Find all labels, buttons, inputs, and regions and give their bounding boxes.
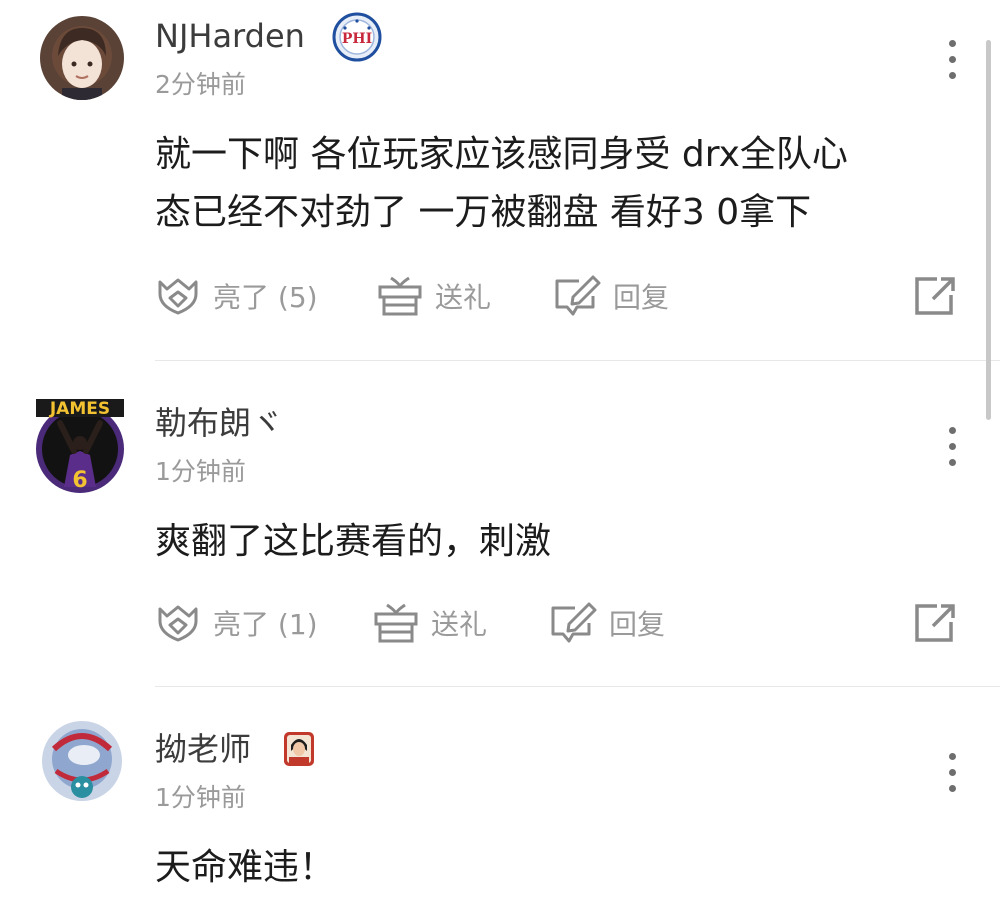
gift-button[interactable]: 送礼 bbox=[373, 599, 487, 647]
reply-button[interactable]: 回复 bbox=[549, 599, 665, 647]
svg-text:6: 6 bbox=[72, 468, 87, 493]
action-bar: 亮了 (5) 送礼 回复 bbox=[155, 272, 960, 320]
gift-button[interactable]: 送礼 bbox=[377, 272, 491, 320]
username[interactable]: NJHarden bbox=[155, 16, 305, 56]
like-label: 亮了 (5) bbox=[213, 281, 318, 314]
more-options-icon[interactable] bbox=[942, 40, 962, 84]
reply-label: 回复 bbox=[613, 281, 670, 314]
comment-text-line: 就一下啊 各位玩家应该感同身受 drx全队心 bbox=[155, 134, 848, 175]
share-icon bbox=[915, 604, 955, 642]
share-button[interactable] bbox=[913, 272, 957, 320]
like-shield-icon bbox=[158, 278, 198, 315]
svg-text:PHI: PHI bbox=[342, 31, 372, 47]
reply-button[interactable]: 回复 bbox=[553, 272, 669, 320]
username[interactable]: 勒布朗ヾ bbox=[155, 403, 283, 443]
timestamp: 1分钟前 bbox=[155, 457, 246, 486]
comment-text: 就一下啊 各位玩家应该感同身受 drx全队心 态已经不对劲了 一万被翻盘 看好3… bbox=[155, 126, 965, 242]
user-avatar[interactable] bbox=[40, 16, 124, 100]
comment-text-line: 爽翻了这比赛看的，刺激 bbox=[155, 521, 552, 562]
comment-text-line: 天命难违！ bbox=[155, 847, 336, 888]
svg-text:JAMES: JAMES bbox=[49, 399, 110, 419]
timestamp: 2分钟前 bbox=[155, 70, 246, 99]
share-icon bbox=[915, 277, 955, 315]
timestamp: 1分钟前 bbox=[155, 783, 246, 812]
team-badge-icon: PHI bbox=[332, 12, 382, 66]
like-button[interactable]: 亮了 (5) bbox=[155, 272, 318, 320]
comment-item: 6 JAMES 勒布朗ヾ 1分钟前 爽翻了这比赛看的，刺激 亮了 (1) 送礼 bbox=[0, 361, 1000, 686]
share-button[interactable] bbox=[913, 599, 957, 647]
user-avatar[interactable]: 6 JAMES bbox=[34, 395, 126, 495]
comment-text: 爽翻了这比赛看的，刺激 bbox=[155, 513, 965, 571]
more-options-icon[interactable] bbox=[942, 427, 962, 471]
like-button[interactable]: 亮了 (1) bbox=[155, 599, 318, 647]
more-options-icon[interactable] bbox=[942, 753, 962, 797]
portrait-badge-icon bbox=[283, 731, 315, 771]
reply-edit-icon bbox=[551, 602, 597, 643]
gift-icon bbox=[378, 276, 422, 316]
scrollbar[interactable] bbox=[986, 40, 991, 420]
comment-item: 拗老师 1分钟前 天命难违！ bbox=[0, 687, 1000, 897]
like-label: 亮了 (1) bbox=[213, 608, 318, 641]
user-avatar[interactable] bbox=[40, 719, 124, 803]
comment-text: 天命难违！ bbox=[155, 839, 965, 897]
comment-item: NJHarden PHI 2分钟前 就一下啊 各位玩家应该感同身受 drx全队心… bbox=[0, 0, 1000, 360]
action-bar: 亮了 (1) 送礼 回复 bbox=[155, 599, 960, 647]
username[interactable]: 拗老师 bbox=[155, 729, 251, 769]
gift-label: 送礼 bbox=[431, 608, 488, 641]
gift-label: 送礼 bbox=[435, 281, 492, 314]
gift-icon bbox=[374, 603, 418, 643]
reply-label: 回复 bbox=[609, 608, 666, 641]
comment-text-line: 态已经不对劲了 一万被翻盘 看好3 0拿下 bbox=[155, 192, 812, 233]
reply-edit-icon bbox=[555, 275, 601, 316]
like-shield-icon bbox=[158, 605, 198, 642]
